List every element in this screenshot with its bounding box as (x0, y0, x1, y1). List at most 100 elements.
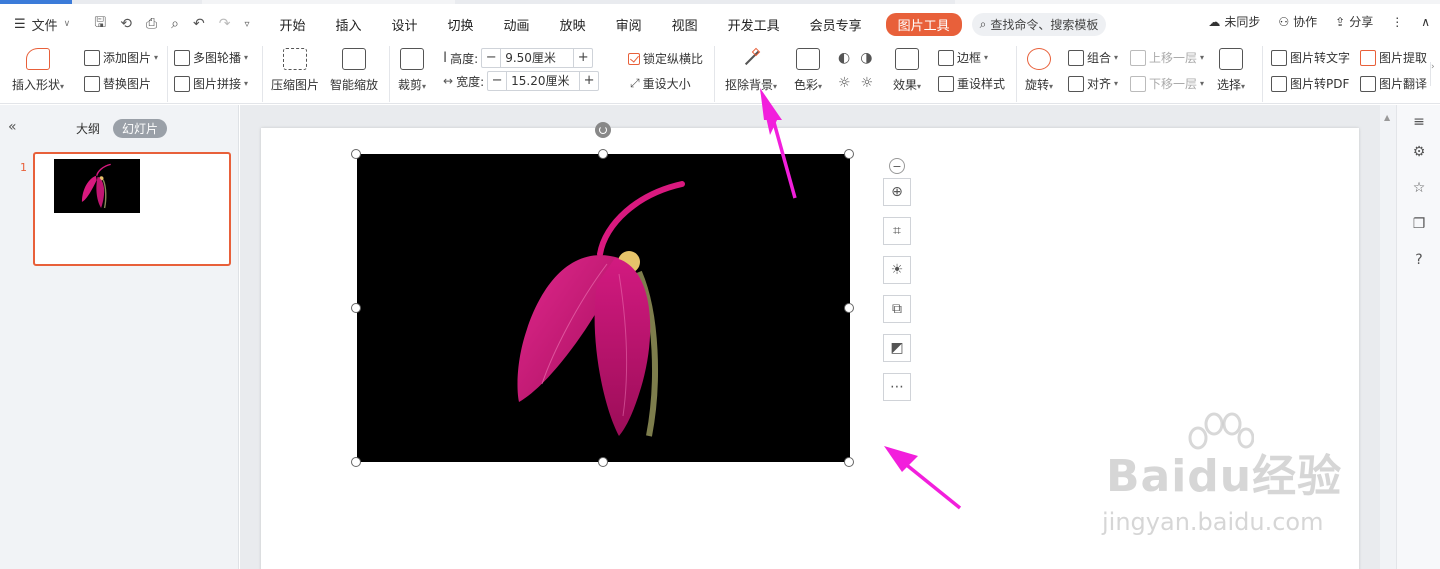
tab-animations[interactable]: 动画 (504, 15, 530, 34)
help-icon[interactable]: ? (1410, 251, 1428, 269)
undo-icon[interactable]: ↶ (193, 16, 205, 32)
collapse-quicktools-icon[interactable]: − (889, 158, 905, 174)
resize-handle-top-left[interactable] (351, 149, 361, 159)
border-button[interactable]: 边框 ▾ (938, 49, 988, 66)
height-decrease-button[interactable]: − (482, 49, 500, 67)
resize-handle-left[interactable] (351, 303, 361, 313)
width-increase-button[interactable]: + (580, 72, 598, 90)
resize-handle-top-right[interactable] (844, 149, 854, 159)
save-icon[interactable]: 🖫 (94, 12, 106, 36)
smart-effect-icon[interactable]: ☀ (883, 256, 911, 284)
smart-scale-button[interactable]: 智能缩放 (330, 48, 378, 93)
tab-outline[interactable]: 大纲 (76, 120, 100, 137)
collapse-panel-icon[interactable]: « (8, 119, 17, 135)
file-menu[interactable]: ☰ 文件 ∨ (14, 15, 70, 34)
align-button[interactable]: 对齐 ▾ (1068, 75, 1118, 92)
collab-button[interactable]: ⚇ 协作 (1278, 13, 1317, 30)
select-button[interactable]: 选择▾ (1217, 48, 1245, 93)
tab-insert[interactable]: 插入 (336, 15, 362, 34)
add-picture-button[interactable]: 添加图片 ▾ (84, 49, 158, 66)
width-stepper[interactable]: − 15.20厘米 + (487, 71, 600, 91)
reset-style-button[interactable]: 重设样式 (938, 75, 1005, 92)
right-sidebar: ≡ ⚙ ☆ ❐ ? (1396, 105, 1440, 569)
effects-button[interactable]: 效果▾ (893, 48, 921, 93)
tab-home[interactable]: 开始 (279, 15, 305, 34)
picture-to-pdf-button[interactable]: 图片转PDF (1271, 75, 1349, 92)
watermark-logo: Baidu经验 (1106, 451, 1343, 502)
bring-forward-button[interactable]: 上移一层 ▾ (1130, 49, 1204, 66)
share-button[interactable]: ⇪ 分享 (1335, 13, 1373, 30)
group-label: 组合 (1087, 51, 1112, 65)
height-stepper[interactable]: − 9.50厘米 + (481, 48, 594, 68)
transparency-icon[interactable]: ◩ (883, 334, 911, 362)
height-increase-button[interactable]: + (574, 49, 592, 67)
ribbon-scroll-right[interactable]: › (1430, 62, 1440, 86)
lock-ratio-checkbox[interactable]: 锁定纵横比 (628, 50, 703, 67)
print-icon[interactable]: ⎙ (146, 16, 157, 32)
resize-handle-bottom-left[interactable] (351, 457, 361, 467)
picture-to-pdf-label: 图片转PDF (1290, 77, 1350, 91)
crop-button[interactable]: 裁剪▾ (398, 48, 426, 93)
slide-thumbnail[interactable] (33, 152, 231, 266)
picture-collage-button[interactable]: 图片拼接 ▾ (174, 75, 248, 92)
resize-handle-right[interactable] (844, 303, 854, 313)
send-backward-button[interactable]: 下移一层 ▾ (1130, 75, 1204, 92)
settings-sliders-icon[interactable]: ⚙ (1410, 143, 1428, 161)
compress-picture-button[interactable]: 压缩图片 (271, 48, 319, 93)
crop-icon[interactable]: ⌗ (883, 217, 911, 245)
width-input[interactable]: 15.20厘米 (506, 72, 581, 90)
width-icon: ↔ (443, 74, 454, 88)
tab-slideshow[interactable]: 放映 (560, 15, 586, 34)
tab-developer[interactable]: 开发工具 (728, 15, 780, 34)
print-preview-icon[interactable]: ⌕ (171, 16, 179, 32)
command-search[interactable]: ⌕ 查找命令、搜索模板 (971, 12, 1107, 36)
multi-carousel-button[interactable]: 多图轮播 ▾ (174, 49, 248, 66)
contrast-increase-icon[interactable]: ◐ (838, 50, 850, 66)
vertical-scrollbar[interactable]: ▲ (1380, 105, 1396, 569)
height-input[interactable]: 9.50厘米 (500, 49, 575, 67)
rotate-button[interactable]: 旋转▾ (1025, 48, 1053, 93)
redo-icon[interactable]: ↷ (219, 16, 231, 32)
picture-to-text-button[interactable]: 图片转文字 (1271, 49, 1350, 66)
comment-icon[interactable]: ❐ (1410, 215, 1428, 233)
scroll-up-icon[interactable]: ▲ (1384, 113, 1390, 122)
picture-extract-button[interactable]: 图片提取 (1360, 49, 1427, 66)
brightness-decrease-icon[interactable]: ☼ (861, 75, 874, 91)
picture-translate-label: 图片翻译 (1379, 77, 1428, 91)
panel-menu-icon[interactable]: ≡ (1410, 113, 1428, 131)
star-icon[interactable]: ☆ (1410, 179, 1428, 197)
insert-shape-button[interactable]: 插入形状▾ (12, 48, 64, 93)
remove-background-button[interactable]: 抠除背景▾ (725, 47, 777, 93)
replace-picture-icon[interactable]: ⧉ (883, 295, 911, 323)
color-button[interactable]: 色彩▾ (794, 48, 822, 93)
tab-view[interactable]: 视图 (672, 15, 698, 34)
selected-picture[interactable] (357, 154, 850, 462)
format-painter-icon[interactable]: ⟲ (120, 16, 132, 32)
tab-slides[interactable]: 幻灯片 (113, 119, 168, 138)
resize-handle-top[interactable] (598, 149, 608, 159)
reset-size-button[interactable]: ⤢ 重设大小 (630, 75, 691, 92)
sync-button[interactable]: ☁ 未同步 (1208, 13, 1260, 30)
more-options-icon[interactable]: ⋯ (883, 373, 911, 401)
replace-picture-button[interactable]: 替换图片 (84, 75, 151, 92)
rotate-handle[interactable] (595, 122, 611, 138)
more-menu-button[interactable]: ⋮ (1391, 15, 1403, 29)
tab-picture-tools[interactable]: 图片工具 (885, 12, 962, 36)
tab-member[interactable]: 会员专享 (810, 15, 862, 34)
menu-bar: ☰ 文件 ∨ 🖫 ⟲ ⎙ ⌕ ↶ ↷ ▿ 开始 插入 设计 切换 动画 放映 审… (0, 6, 1440, 42)
picture-translate-button[interactable]: 图片翻译 (1360, 75, 1427, 92)
tab-transitions[interactable]: 切换 (448, 15, 474, 34)
collapse-ribbon-button[interactable]: ∧ (1421, 15, 1430, 29)
tab-design[interactable]: 设计 (392, 15, 418, 34)
tab-review[interactable]: 审阅 (616, 15, 642, 34)
reset-style-label: 重设样式 (957, 77, 1006, 91)
ribbon-divider (1016, 46, 1017, 102)
brightness-increase-icon[interactable]: ☼ (838, 75, 851, 91)
customize-icon[interactable]: ▿ (244, 19, 249, 30)
contrast-decrease-icon[interactable]: ◑ (860, 50, 872, 66)
zoom-in-icon[interactable]: ⊕ (883, 178, 911, 206)
group-button[interactable]: 组合 ▾ (1068, 49, 1118, 66)
resize-handle-bottom[interactable] (598, 457, 608, 467)
width-decrease-button[interactable]: − (488, 72, 506, 90)
resize-handle-bottom-right[interactable] (844, 457, 854, 467)
